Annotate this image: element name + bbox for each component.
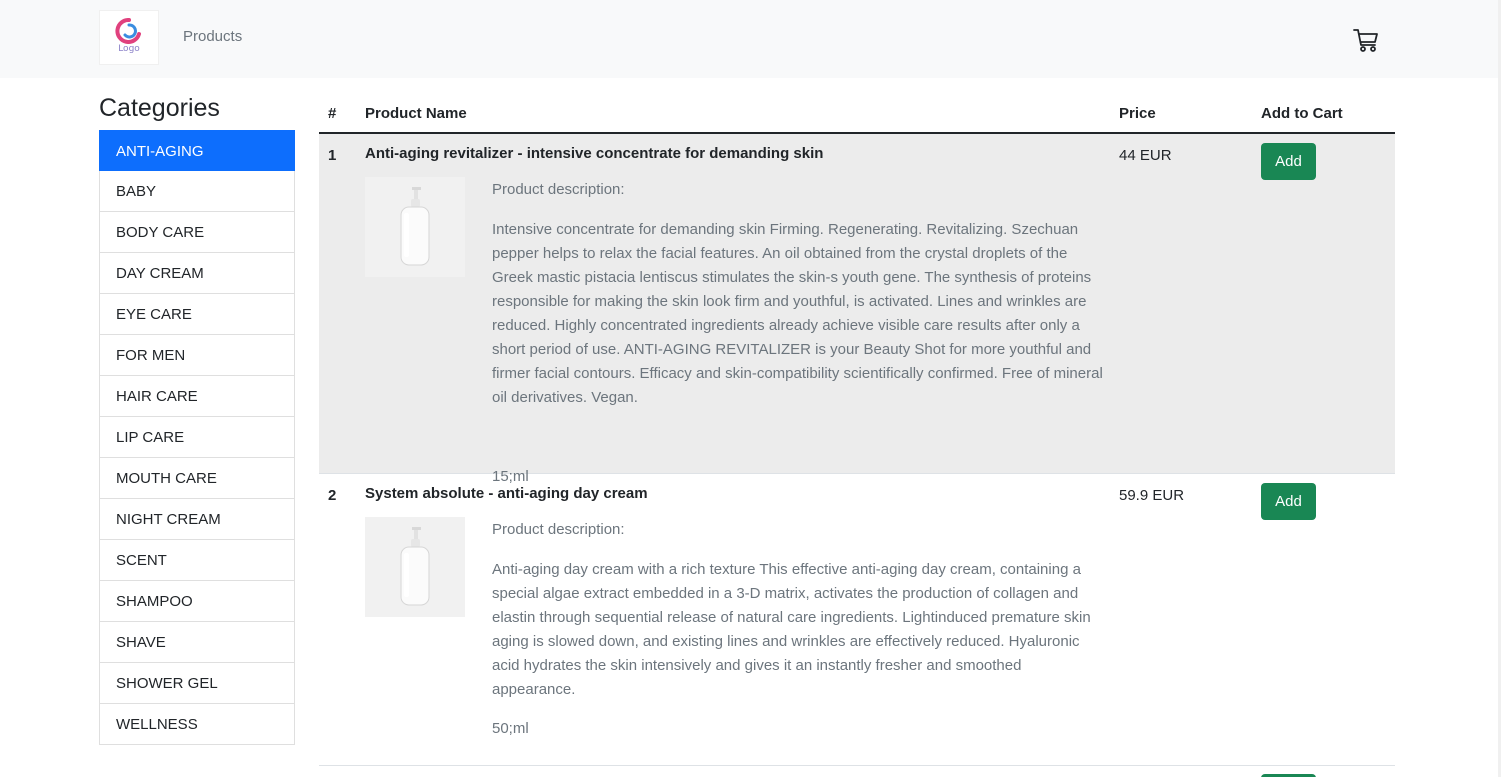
category-item-lip-care[interactable]: LIP CARE [99,417,295,458]
category-item-wellness[interactable]: WELLNESS [99,704,295,745]
product-price: 44 EUR [1119,147,1172,164]
category-item-hair-care[interactable]: HAIR CARE [99,376,295,417]
header-num: # [328,105,337,122]
category-item-shave[interactable]: SHAVE [99,622,295,663]
table-row: 2 System absolute - anti-aging day cream… [319,474,1395,766]
product-image [365,517,465,617]
category-item-anti-aging[interactable]: ANTI-AGING [99,130,295,171]
product-table: # Product Name Price Add to Cart 1 Anti-… [319,95,1395,777]
header-add-to-cart: Add to Cart [1261,105,1343,122]
table-row-partial [319,766,1395,777]
category-item-shampoo[interactable]: SHAMPOO [99,581,295,622]
description-label: Product description: [492,521,625,538]
bottle-icon [400,187,430,266]
category-item-scent[interactable]: SCENT [99,540,295,581]
header-product-name: Product Name [365,105,467,122]
product-name: Anti-aging revitalizer - intensive conce… [365,145,824,162]
category-item-for-men[interactable]: FOR MEN [99,335,295,376]
logo-text: Logo [118,44,140,54]
categories-title: Categories [99,94,220,122]
category-item-baby[interactable]: BABY [99,171,295,212]
product-size: 50;ml [492,720,529,737]
category-item-night-cream[interactable]: NIGHT CREAM [99,499,295,540]
row-number: 1 [328,147,337,164]
product-description: Anti-aging day cream with a rich texture… [492,561,1091,698]
bottle-icon [400,527,430,606]
product-image [365,177,465,277]
logo[interactable]: Logo [99,10,159,65]
category-item-day-cream[interactable]: DAY CREAM [99,253,295,294]
category-item-shower-gel[interactable]: SHOWER GEL [99,663,295,704]
table-row: 1 Anti-aging revitalizer - intensive con… [319,134,1395,485]
description-label: Product description: [492,181,625,198]
header-price: Price [1119,105,1156,122]
product-description: Intensive concentrate for demanding skin… [492,221,1103,406]
add-to-cart-button[interactable]: Add [1261,483,1316,520]
row-number: 2 [328,487,337,504]
shopping-cart-icon[interactable] [1352,26,1380,54]
product-price: 59.9 EUR [1119,487,1185,504]
category-item-mouth-care[interactable]: MOUTH CARE [99,458,295,499]
table-header: # Product Name Price Add to Cart [319,95,1395,134]
product-name: System absolute - anti-aging day cream [365,485,648,502]
add-to-cart-button[interactable]: Add [1261,143,1316,180]
nav-link-products[interactable]: Products [183,28,242,45]
navbar: Logo Products [0,0,1501,78]
category-item-eye-care[interactable]: EYE CARE [99,294,295,335]
category-list: ANTI-AGING BABY BODY CARE DAY CREAM EYE … [99,130,295,745]
category-item-body-care[interactable]: BODY CARE [99,212,295,253]
logo-swirl-icon [115,18,141,44]
